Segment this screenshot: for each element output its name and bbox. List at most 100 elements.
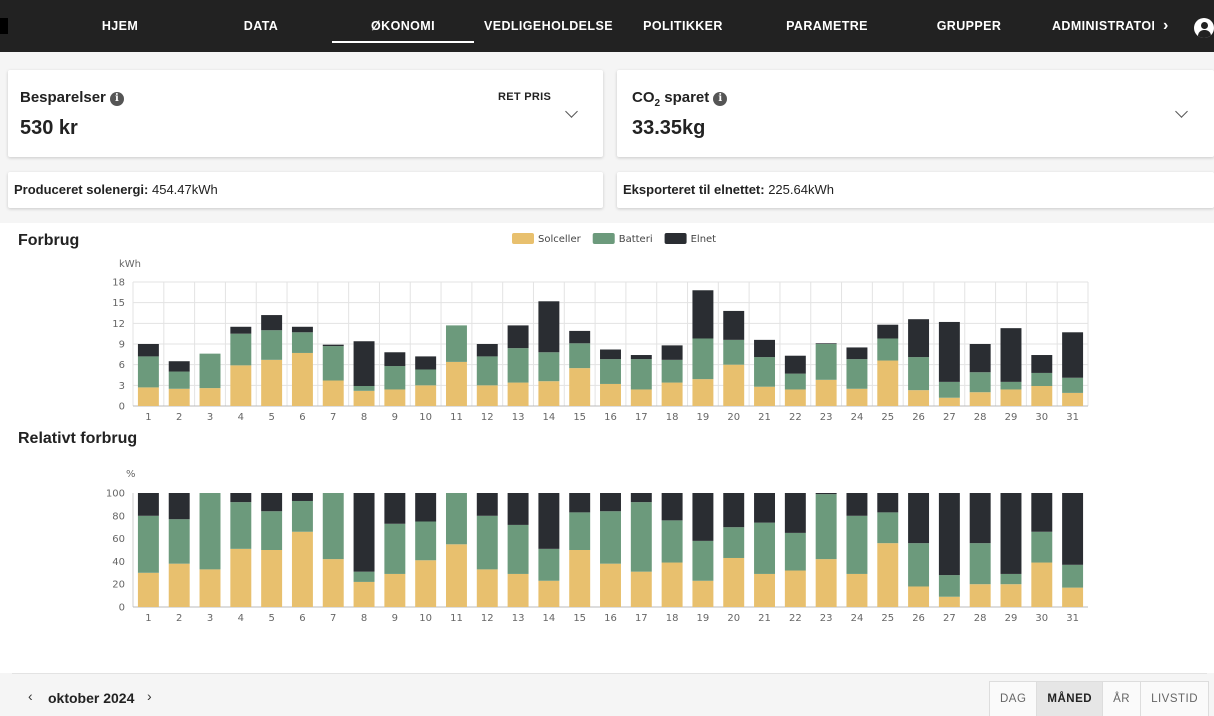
bar-batteri[interactable] xyxy=(661,520,683,563)
bar-batteri[interactable] xyxy=(815,494,837,560)
bar-solceller[interactable] xyxy=(692,379,714,406)
bar-solceller[interactable] xyxy=(353,390,375,406)
tab-grupper[interactable]: GRUPPER xyxy=(934,0,1004,52)
bar-batteri[interactable] xyxy=(630,359,652,390)
bar-batteri[interactable] xyxy=(538,352,560,382)
bar-solceller[interactable] xyxy=(1000,584,1022,607)
bar-batteri[interactable] xyxy=(754,357,776,387)
bar-solceller[interactable] xyxy=(538,381,560,406)
bar-elnet[interactable] xyxy=(137,344,159,357)
bar-batteri[interactable] xyxy=(538,548,560,581)
bar-elnet[interactable] xyxy=(353,341,375,387)
legend-swatch-batteri[interactable] xyxy=(592,233,615,244)
bar-solceller[interactable] xyxy=(784,389,806,406)
info-icon[interactable]: i xyxy=(109,92,124,106)
bar-solceller[interactable] xyxy=(908,586,930,607)
bar-batteri[interactable] xyxy=(877,338,899,361)
bar-batteri[interactable] xyxy=(1000,573,1022,585)
bar-batteri[interactable] xyxy=(384,366,406,390)
bar-elnet[interactable] xyxy=(723,493,745,528)
bar-batteri[interactable] xyxy=(938,575,960,597)
tab-administrator[interactable]: ADMINISTRATOI xyxy=(1052,0,1154,52)
bar-solceller[interactable] xyxy=(230,548,252,607)
legend-label-elnet[interactable]: Elnet xyxy=(691,234,717,245)
bar-solceller[interactable] xyxy=(384,389,406,406)
legend-swatch-solceller[interactable] xyxy=(512,233,534,244)
bar-solceller[interactable] xyxy=(384,573,406,607)
bar-solceller[interactable] xyxy=(1000,389,1022,406)
tab-parametre[interactable]: PARAMETRE xyxy=(784,0,870,52)
edit-price-button[interactable]: RET PRIS xyxy=(498,91,551,103)
bar-solceller[interactable] xyxy=(969,392,991,406)
bar-solceller[interactable] xyxy=(353,581,375,607)
bar-elnet[interactable] xyxy=(507,493,529,525)
range-day-button[interactable]: DAG xyxy=(990,682,1036,716)
bar-solceller[interactable] xyxy=(168,388,190,406)
bar-elnet[interactable] xyxy=(969,493,991,544)
bar-solceller[interactable] xyxy=(630,389,652,406)
bar-solceller[interactable] xyxy=(815,379,837,406)
bar-batteri[interactable] xyxy=(168,519,190,564)
bar-elnet[interactable] xyxy=(230,326,252,334)
account-circle-icon[interactable] xyxy=(1194,18,1214,38)
bar-batteri[interactable] xyxy=(969,543,991,585)
bar-solceller[interactable] xyxy=(445,361,467,406)
bar-elnet[interactable] xyxy=(230,493,252,503)
tab-okonomi[interactable]: ØKONOMI xyxy=(332,0,474,52)
bar-elnet[interactable] xyxy=(1031,493,1053,532)
bar-solceller[interactable] xyxy=(1031,562,1053,607)
bar-elnet[interactable] xyxy=(384,493,406,524)
bar-solceller[interactable] xyxy=(815,559,837,607)
bar-solceller[interactable] xyxy=(938,596,960,607)
bar-elnet[interactable] xyxy=(291,493,313,501)
bar-batteri[interactable] xyxy=(600,359,621,384)
bar-solceller[interactable] xyxy=(877,543,899,607)
bar-batteri[interactable] xyxy=(784,532,806,571)
bar-solceller[interactable] xyxy=(230,365,252,406)
legend-label-solceller[interactable]: Solceller xyxy=(538,234,582,245)
bar-elnet[interactable] xyxy=(538,493,560,549)
bar-elnet[interactable] xyxy=(754,493,776,523)
legend-label-batteri[interactable]: Batteri xyxy=(619,234,653,245)
bar-elnet[interactable] xyxy=(969,344,991,373)
bar-elnet[interactable] xyxy=(908,493,930,544)
bar-batteri[interactable] xyxy=(476,356,498,386)
bar-batteri[interactable] xyxy=(137,356,159,388)
bar-elnet[interactable] xyxy=(415,356,437,370)
bar-elnet[interactable] xyxy=(784,493,806,533)
bar-elnet[interactable] xyxy=(476,344,498,357)
bar-solceller[interactable] xyxy=(723,557,745,607)
bar-elnet[interactable] xyxy=(1000,328,1022,382)
bar-solceller[interactable] xyxy=(199,569,221,607)
bar-batteri[interactable] xyxy=(230,333,252,366)
bar-solceller[interactable] xyxy=(846,573,868,607)
bar-solceller[interactable] xyxy=(199,388,221,406)
bar-elnet[interactable] xyxy=(754,339,776,358)
bar-batteri[interactable] xyxy=(754,522,776,574)
bar-batteri[interactable] xyxy=(476,515,498,570)
bar-solceller[interactable] xyxy=(661,562,683,607)
bar-solceller[interactable] xyxy=(538,580,560,607)
bar-solceller[interactable] xyxy=(476,569,498,607)
bar-solceller[interactable] xyxy=(261,359,283,406)
chevron-right-icon[interactable]: › xyxy=(1163,0,1168,52)
tab-hjem[interactable]: HJEM xyxy=(92,0,148,52)
bar-batteri[interactable] xyxy=(415,521,437,561)
bar-batteri[interactable] xyxy=(353,571,375,582)
bar-batteri[interactable] xyxy=(846,515,868,574)
bar-elnet[interactable] xyxy=(815,343,837,344)
bar-elnet[interactable] xyxy=(353,493,375,572)
bar-batteri[interactable] xyxy=(415,369,437,386)
bar-batteri[interactable] xyxy=(908,357,930,391)
bar-solceller[interactable] xyxy=(569,368,591,406)
bar-elnet[interactable] xyxy=(630,355,652,360)
bar-solceller[interactable] xyxy=(569,550,591,607)
bar-batteri[interactable] xyxy=(846,359,868,389)
bar-batteri[interactable] xyxy=(507,524,529,574)
bar-elnet[interactable] xyxy=(569,330,591,344)
info-icon[interactable]: i xyxy=(713,92,728,106)
bar-batteri[interactable] xyxy=(908,543,930,587)
bar-elnet[interactable] xyxy=(261,493,283,512)
bar-solceller[interactable] xyxy=(476,385,498,406)
bar-solceller[interactable] xyxy=(322,559,344,607)
